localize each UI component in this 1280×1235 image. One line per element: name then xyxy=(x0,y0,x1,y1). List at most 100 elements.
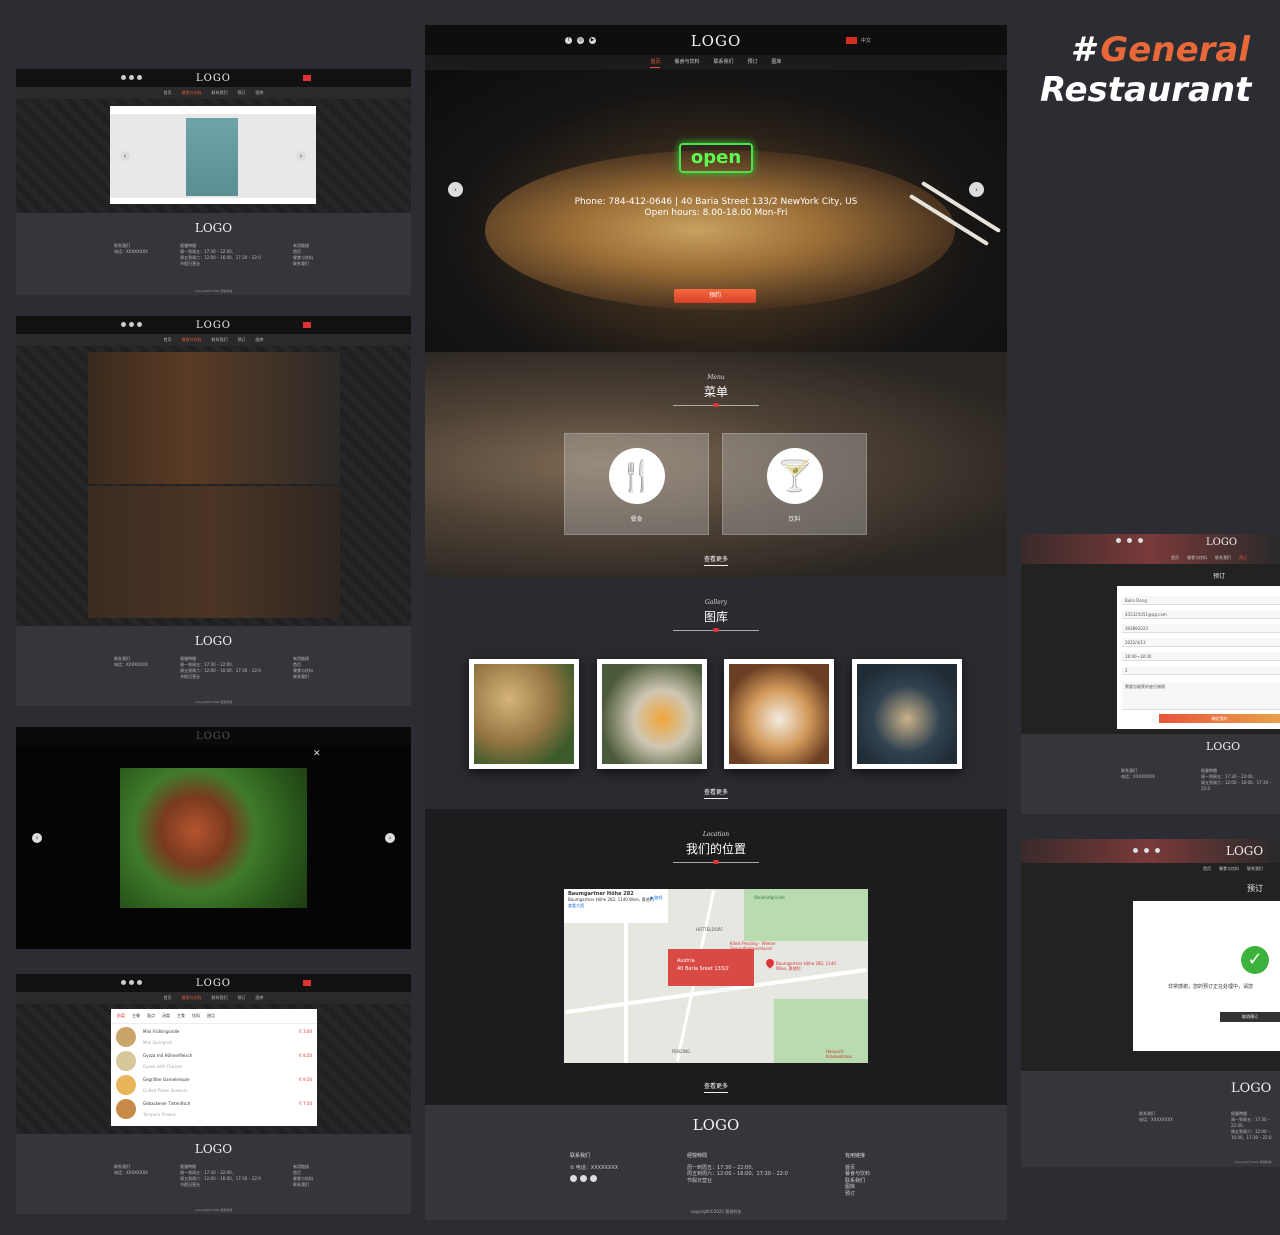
nav-contact[interactable]: 联系我们 xyxy=(1247,866,1263,872)
facebook-icon[interactable] xyxy=(570,1175,577,1182)
logo[interactable]: LOGO xyxy=(196,320,231,331)
nav-home[interactable]: 首页 xyxy=(164,90,172,96)
tab-noodles[interactable]: 面点 xyxy=(147,1013,155,1019)
logo[interactable]: LOGO xyxy=(196,73,231,84)
nav-gallery[interactable]: 图库 xyxy=(256,90,264,96)
language-switch[interactable]: 中文 xyxy=(846,37,871,44)
footer-link[interactable]: 联系我们 xyxy=(293,1182,313,1188)
site-logo[interactable]: LOGO xyxy=(425,32,1007,50)
nav-home[interactable]: 首页 xyxy=(1203,866,1211,872)
nav-menu[interactable]: 餐食与饮料 xyxy=(182,90,202,96)
lightbox-prev-button[interactable]: ‹ xyxy=(32,833,42,843)
menu-card-food[interactable]: 🍴 餐食 xyxy=(564,433,709,535)
footer-link[interactable]: 联系我们 xyxy=(293,261,313,267)
list-item[interactable]: Gebackener Tintenfisch Tempura Prawns € … xyxy=(111,1096,317,1120)
time-select[interactable]: 18:00~18:30 xyxy=(1122,652,1280,661)
nav-booking[interactable]: 预订 xyxy=(238,337,246,343)
logo[interactable]: LOGO xyxy=(1226,844,1263,858)
tab-starters[interactable]: 前菜 xyxy=(117,1013,125,1019)
nav-contact[interactable]: 联系我们 xyxy=(212,995,228,1001)
youtube-icon[interactable] xyxy=(137,75,142,80)
youtube-icon[interactable] xyxy=(590,1175,597,1182)
instagram-icon[interactable] xyxy=(129,980,134,985)
youtube-icon[interactable] xyxy=(1155,848,1160,853)
list-item[interactable]: Gegrillter Garnelenspie Grilled Prawn Sk… xyxy=(111,1072,317,1096)
nav-menu[interactable]: 餐食与饮料 xyxy=(674,58,699,67)
facebook-icon[interactable] xyxy=(121,75,126,80)
footer-link-booking[interactable]: 预订 xyxy=(845,1191,870,1198)
slider-prev-button[interactable]: ‹ xyxy=(120,151,130,161)
nav-contact[interactable]: 联系我们 xyxy=(1215,555,1231,561)
youtube-icon[interactable] xyxy=(137,980,142,985)
tab-desserts[interactable]: 甜点 xyxy=(207,1013,215,1019)
youtube-icon[interactable] xyxy=(1138,538,1143,543)
cancel-booking-button[interactable]: 取消预订 xyxy=(1220,1012,1280,1022)
close-icon[interactable]: ✕ xyxy=(313,749,321,759)
logo[interactable]: LOGO xyxy=(196,978,231,989)
location-more-link[interactable]: 查看更多 xyxy=(425,1081,1007,1093)
nav-home[interactable]: 首页 xyxy=(650,58,661,68)
map-pin-icon[interactable] xyxy=(764,957,776,969)
nav-gallery[interactable]: 图库 xyxy=(256,995,264,1001)
facebook-icon[interactable] xyxy=(121,980,126,985)
nav-booking[interactable]: 预订 xyxy=(238,995,246,1001)
nav-home[interactable]: 首页 xyxy=(164,337,172,343)
flag-icon[interactable] xyxy=(303,980,311,986)
youtube-icon[interactable] xyxy=(137,322,142,327)
nav-menu[interactable]: 餐食与饮料 xyxy=(182,337,202,343)
gallery-image[interactable] xyxy=(724,659,834,769)
nav-booking[interactable]: 预订 xyxy=(748,58,758,67)
flag-icon[interactable] xyxy=(303,75,311,81)
gallery-image[interactable] xyxy=(597,659,707,769)
nav-gallery[interactable]: 图库 xyxy=(772,58,782,67)
nav-home[interactable]: 首页 xyxy=(164,995,172,1001)
instagram-icon[interactable] xyxy=(1127,538,1132,543)
flag-icon[interactable] xyxy=(303,322,311,328)
facebook-icon[interactable] xyxy=(1116,538,1121,543)
nav-booking[interactable]: 预订 xyxy=(1239,555,1247,561)
logo[interactable]: LOGO xyxy=(1206,537,1237,548)
menu-more-link[interactable]: 查看更多 xyxy=(425,554,1007,566)
name-input[interactable]: Bulin Dong xyxy=(1122,596,1280,605)
date-input[interactable]: 2022/4/13 xyxy=(1122,638,1280,647)
gallery-image[interactable] xyxy=(469,659,579,769)
facebook-icon[interactable] xyxy=(121,322,126,327)
footer-link[interactable]: 联系我们 xyxy=(293,674,313,680)
nav-contact[interactable]: 联系我们 xyxy=(713,58,733,67)
nav-booking[interactable]: 预订 xyxy=(238,90,246,96)
instagram-icon[interactable] xyxy=(1144,848,1149,853)
submit-booking-button[interactable]: 确定预约 xyxy=(1159,714,1280,723)
menu-card-drinks[interactable]: 🍸 饮料 xyxy=(722,433,867,535)
instagram-icon[interactable] xyxy=(129,75,134,80)
map-route-link[interactable]: ◆ 路线 xyxy=(650,895,662,901)
email-input[interactable]: 435325051@qq.com xyxy=(1122,610,1280,619)
nav-menu[interactable]: 餐食与饮料 xyxy=(1219,866,1239,872)
nav-menu[interactable]: 餐食与饮料 xyxy=(1187,555,1207,561)
tab-soups[interactable]: 汤类 xyxy=(162,1013,170,1019)
facebook-icon[interactable] xyxy=(1133,848,1138,853)
location-map[interactable]: Baumgartner Höhe 282 Baumgartner Höhe 28… xyxy=(564,889,868,1063)
nav-contact[interactable]: 联系我们 xyxy=(212,337,228,343)
booking-button[interactable]: 预约 xyxy=(674,289,756,303)
nav-home[interactable]: 首页 xyxy=(1171,555,1179,561)
hero-next-button[interactable]: › xyxy=(969,182,984,197)
nav-contact[interactable]: 联系我们 xyxy=(212,90,228,96)
tab-mains[interactable]: 主餐 xyxy=(132,1013,140,1019)
slider-next-button[interactable]: › xyxy=(296,151,306,161)
guests-select[interactable]: 2 xyxy=(1122,666,1280,675)
note-textarea[interactable]: 需要包厢莱的座位谢谢 xyxy=(1122,682,1280,710)
list-item[interactable]: Mini Frühlingsrolle Mini Springroll € 3.… xyxy=(111,1024,317,1048)
footer-link-menu[interactable]: 餐食与饮料 xyxy=(845,1171,870,1178)
nav-menu[interactable]: 餐食与饮料 xyxy=(182,995,202,1001)
nav-gallery[interactable]: 图库 xyxy=(256,337,264,343)
tab-staple[interactable]: 主食 xyxy=(177,1013,185,1019)
phone-input[interactable]: 393892023 xyxy=(1122,624,1280,633)
lightbox-next-button[interactable]: › xyxy=(385,833,395,843)
list-item[interactable]: Gyoza mit Hühnerfleisch Gyoza with Chick… xyxy=(111,1048,317,1072)
instagram-icon[interactable] xyxy=(580,1175,587,1182)
tab-drinks[interactable]: 饮料 xyxy=(192,1013,200,1019)
gallery-more-link[interactable]: 查看更多 xyxy=(425,787,1007,799)
map-bigger-link[interactable]: 查看大图 xyxy=(568,903,664,909)
gallery-image[interactable] xyxy=(852,659,962,769)
hero-prev-button[interactable]: ‹ xyxy=(448,182,463,197)
